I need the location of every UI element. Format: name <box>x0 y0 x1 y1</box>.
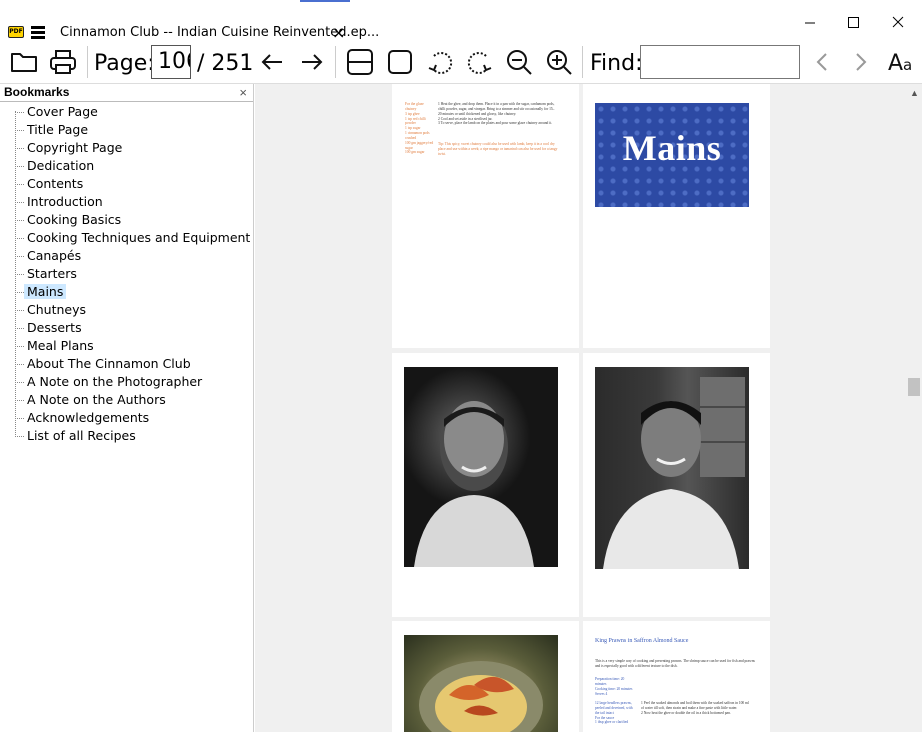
recipe-ingredients-snippet: For the glaze chutney 3 tsp ghee 1 tsp red … <box>405 102 434 155</box>
chef-photo-left <box>404 367 558 567</box>
rotate-right-icon[interactable] <box>464 46 496 78</box>
recipe-title: King Prawns in Saffron Almond Sauce <box>595 638 689 644</box>
vertical-scrollbar[interactable]: ▲ <box>906 84 922 732</box>
bookmark-label: Acknowledgements <box>27 410 150 425</box>
recipe-note-snippet: Tip: This spicy, sweet chutney could als… <box>438 142 558 156</box>
bookmarks-tree: Cover Page Title Page Copyright Page Dedica… <box>0 102 253 445</box>
page-label: Page: <box>94 51 155 76</box>
bookmarks-close-icon[interactable]: × <box>239 84 247 101</box>
zoom-out-icon[interactable] <box>503 46 535 78</box>
document-viewer[interactable]: For the glaze chutney 3 tsp ghee 1 tsp red … <box>255 84 906 732</box>
recipe-method-snippet: 1 Peel the soaked almonds and boil them … <box>641 701 749 715</box>
svg-text:a: a <box>903 56 912 74</box>
prawn-dish-photo <box>404 635 558 732</box>
single-page-layout-icon[interactable] <box>384 46 416 78</box>
mains-heading: Mains <box>622 128 722 168</box>
bookmark-label: Starters <box>27 266 77 281</box>
toolbar: Page: 106 / 251 Find: Aa <box>0 42 922 84</box>
bookmark-item[interactable]: List of all Recipes <box>0 427 253 445</box>
zoom-in-icon[interactable] <box>543 46 575 78</box>
bookmark-item[interactable]: Acknowledgements <box>0 409 253 427</box>
bookmark-item[interactable]: Dedication <box>0 157 253 175</box>
bookmark-label: Cover Page <box>27 104 98 119</box>
recipe-method-snippet: 1 Heat the ghee, and drop them. Place it… <box>438 102 555 126</box>
previous-page-arrow-icon[interactable] <box>256 46 288 78</box>
tab-close-icon[interactable]: × <box>332 23 345 42</box>
page-thumbnail[interactable] <box>392 621 579 732</box>
app-pdf-icon: PDF <box>8 26 24 38</box>
bookmark-item[interactable]: A Note on the Authors <box>0 391 253 409</box>
bookmark-item[interactable]: Canapés <box>0 247 253 265</box>
bookmarks-sidebar: Bookmarks × Cover Page Title Page Copyrigh… <box>0 84 254 732</box>
bookmarks-title: Bookmarks <box>4 85 70 99</box>
bookmark-label: About The Cinnamon Club <box>27 356 191 371</box>
bookmark-item[interactable]: About The Cinnamon Club <box>0 355 253 373</box>
bookmark-item[interactable]: Introduction <box>0 193 253 211</box>
recipe-timings-snippet: Preparation time: 20 minutes Cooking time… <box>595 677 633 696</box>
bookmark-label: Cooking Basics <box>27 212 122 227</box>
bookmark-label: Cooking Techniques and Equipment <box>27 230 251 245</box>
page-number-input[interactable]: 106 <box>151 45 191 79</box>
bookmark-label: Meal Plans <box>27 338 94 353</box>
bookmark-item[interactable]: Cooking Basics <box>0 211 253 229</box>
page-thumbnail[interactable]: King Prawns in Saffron Almond Sauce This… <box>583 621 770 732</box>
page-thumbnail[interactable] <box>392 353 579 617</box>
bookmark-label: Chutneys <box>27 302 86 317</box>
title-bar: PDF Cinnamon Club -- Indian Cuisine Rein… <box>0 4 922 42</box>
bookmark-label: Canapés <box>27 248 82 263</box>
bookmark-item[interactable]: Title Page <box>0 121 253 139</box>
bookmark-item[interactable]: Cover Page <box>0 103 253 121</box>
bookmark-item[interactable]: Contents <box>0 175 253 193</box>
bookmark-item[interactable]: Desserts <box>0 319 253 337</box>
next-page-arrow-icon[interactable] <box>296 46 328 78</box>
window-close-icon[interactable] <box>888 14 908 32</box>
svg-text:A: A <box>888 51 903 76</box>
find-previous-icon[interactable] <box>806 46 838 78</box>
print-icon[interactable] <box>47 46 79 78</box>
bookmark-label: Copyright Page <box>27 140 123 155</box>
scroll-up-arrow-icon[interactable]: ▲ <box>910 88 919 98</box>
continuous-layout-icon[interactable] <box>344 46 376 78</box>
bookmark-item[interactable]: Copyright Page <box>0 139 253 157</box>
find-label: Find: <box>590 51 643 76</box>
bookmarks-header: Bookmarks × <box>0 84 253 102</box>
mains-chapter-banner: Mains <box>595 103 749 207</box>
find-input[interactable] <box>640 45 800 79</box>
bookmark-label: Introduction <box>27 194 103 209</box>
find-next-icon[interactable] <box>845 46 877 78</box>
open-folder-icon[interactable] <box>8 46 40 78</box>
bookmark-item[interactable]: Starters <box>0 265 253 283</box>
bookmark-item[interactable]: A Note on the Photographer <box>0 373 253 391</box>
bookmark-label: Contents <box>27 176 84 191</box>
bookmark-label: A Note on the Photographer <box>27 374 203 389</box>
recipe-ingredients-snippet: 12 large headless prawns, peeled and dev… <box>595 701 633 725</box>
chef-photo-right <box>595 367 749 569</box>
bookmark-item[interactable]: Mains <box>0 283 253 301</box>
font-size-icon[interactable]: Aa <box>886 46 918 78</box>
rotate-left-icon[interactable] <box>424 46 456 78</box>
bookmark-label: Dedication <box>27 158 95 173</box>
bookmark-item[interactable]: Cooking Techniques and Equipment <box>0 229 253 247</box>
bookmark-item[interactable]: Meal Plans <box>0 337 253 355</box>
bookmark-label: List of all Recipes <box>27 428 136 443</box>
recipe-intro-snippet: This is a very simple way of cooking and… <box>595 659 755 668</box>
page-thumbnail[interactable] <box>583 353 770 617</box>
menu-hamburger-icon[interactable] <box>31 26 45 39</box>
minimize-icon[interactable] <box>800 14 820 32</box>
page-thumbnail[interactable]: For the glaze chutney 3 tsp ghee 1 tsp red … <box>392 84 579 348</box>
bookmark-label: Title Page <box>27 122 89 137</box>
bookmark-label: A Note on the Authors <box>27 392 166 407</box>
bookmark-label: Desserts <box>27 320 82 335</box>
page-total: / 251 <box>197 51 254 76</box>
bookmark-item[interactable]: Chutneys <box>0 301 253 319</box>
scrollbar-thumb[interactable] <box>908 378 920 396</box>
maximize-icon[interactable] <box>843 14 863 32</box>
page-thumbnail[interactable]: Mains <box>583 84 770 348</box>
bookmark-label: Mains <box>24 284 67 299</box>
